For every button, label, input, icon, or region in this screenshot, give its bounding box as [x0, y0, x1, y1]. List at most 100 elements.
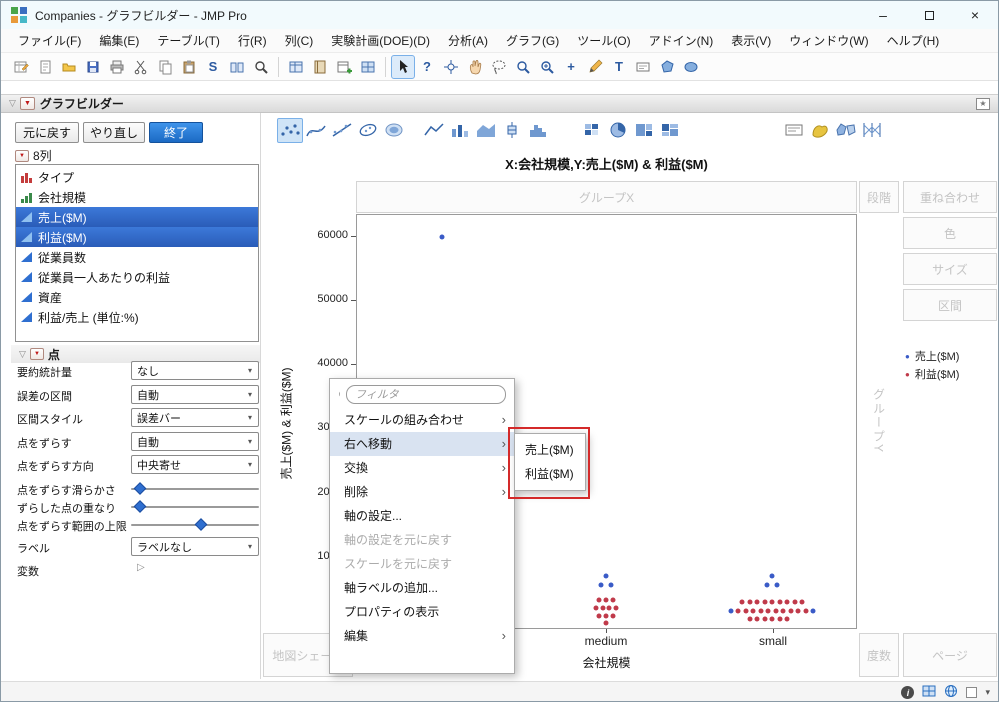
- columns-red-triangle-button[interactable]: ▼: [15, 149, 29, 162]
- menu-item-axis-settings[interactable]: 軸の設定...: [330, 504, 514, 528]
- drop-zone-page[interactable]: ページ: [903, 633, 997, 677]
- drop-zone-stage[interactable]: 段階: [859, 181, 899, 213]
- lasso-tool-icon[interactable]: [487, 55, 511, 79]
- disclosure-closed-icon[interactable]: ▷: [137, 562, 145, 573]
- data-point[interactable]: [613, 605, 619, 611]
- data-point[interactable]: [750, 608, 756, 614]
- interval-style-select[interactable]: 誤差バー ▾: [131, 408, 259, 427]
- data-point[interactable]: [762, 599, 768, 605]
- menu-edit[interactable]: 編集(E): [90, 30, 148, 52]
- column-item-sales[interactable]: 売上($M): [16, 207, 258, 227]
- data-point[interactable]: [799, 599, 805, 605]
- element-box-plot-icon[interactable]: [499, 118, 525, 143]
- column-item-type[interactable]: タイプ: [16, 167, 258, 187]
- menu-file[interactable]: ファイル(F): [9, 30, 90, 52]
- data-point[interactable]: [769, 573, 775, 579]
- data-point[interactable]: [777, 599, 783, 605]
- menu-cols[interactable]: 列(C): [276, 30, 323, 52]
- data-point[interactable]: [764, 582, 770, 588]
- drop-zone-freq[interactable]: 度数: [859, 633, 899, 677]
- drop-zone-group-x[interactable]: グループX: [356, 181, 857, 213]
- error-interval-select[interactable]: 自動 ▾: [131, 385, 259, 404]
- menu-doe[interactable]: 実験計画(DOE)(D): [322, 30, 439, 52]
- menu-tools[interactable]: ツール(O): [568, 30, 639, 52]
- done-button[interactable]: 終了: [149, 122, 203, 143]
- data-point[interactable]: [784, 599, 790, 605]
- menu-window[interactable]: ウィンドウ(W): [780, 30, 877, 52]
- zoom-tool-icon[interactable]: [535, 55, 559, 79]
- slider-thumb[interactable]: [133, 482, 147, 495]
- data-point[interactable]: [603, 573, 609, 579]
- polygon-tool-icon[interactable]: [655, 55, 679, 79]
- element-ellipse-icon[interactable]: [355, 118, 381, 143]
- column-item-assets[interactable]: 資産: [16, 287, 258, 307]
- label-select[interactable]: ラベルなし ▾: [131, 537, 259, 556]
- pencil-tool-icon[interactable]: [583, 55, 607, 79]
- data-point[interactable]: [606, 605, 612, 611]
- data-point[interactable]: [777, 616, 783, 621]
- column-item-employees[interactable]: 従業員数: [16, 247, 258, 267]
- data-point[interactable]: [758, 608, 764, 614]
- data-point[interactable]: [788, 608, 794, 614]
- submenu-item-sales[interactable]: 売上($M): [515, 438, 585, 462]
- data-point[interactable]: [608, 582, 614, 588]
- data-point[interactable]: [774, 582, 780, 588]
- data-table-icon[interactable]: [284, 55, 308, 79]
- plus-tool-icon[interactable]: +: [559, 55, 583, 79]
- legend-item-profits[interactable]: ● 利益($M): [905, 365, 997, 383]
- data-point[interactable]: [596, 597, 602, 602]
- oval-tool-icon[interactable]: [679, 55, 703, 79]
- drop-zone-size[interactable]: サイズ: [903, 253, 997, 285]
- element-histogram-icon[interactable]: [525, 118, 551, 143]
- arrow-tool-icon[interactable]: [391, 54, 415, 79]
- data-point[interactable]: [747, 616, 753, 621]
- data-point[interactable]: [754, 616, 760, 621]
- data-point[interactable]: [792, 599, 798, 605]
- red-triangle-menu-button[interactable]: ▼: [19, 97, 35, 110]
- jitter-select[interactable]: 自動 ▾: [131, 432, 259, 451]
- data-point[interactable]: [773, 608, 779, 614]
- data-point[interactable]: [603, 613, 609, 619]
- undo-button[interactable]: 元に戻す: [15, 122, 79, 143]
- data-point[interactable]: [598, 582, 603, 588]
- data-point[interactable]: [603, 620, 609, 626]
- column-item-company-size[interactable]: 会社規模: [16, 187, 258, 207]
- column-item-profit-per-employee[interactable]: 従業員一人あたりの利益: [16, 267, 258, 287]
- paste-icon[interactable]: [177, 55, 201, 79]
- data-point[interactable]: [739, 599, 745, 605]
- y-axis-title[interactable]: 売上($M) & 利益($M): [278, 324, 295, 524]
- element-heatmap-icon[interactable]: [579, 118, 605, 143]
- disclosure-open-icon[interactable]: ▽: [19, 349, 26, 360]
- window-layout-icon[interactable]: [356, 55, 380, 79]
- data-point[interactable]: [769, 616, 775, 621]
- data-point[interactable]: [762, 616, 768, 621]
- open-icon[interactable]: [57, 55, 81, 79]
- element-mosaic-icon[interactable]: [657, 118, 683, 143]
- drop-zone-group-y[interactable]: グループY: [859, 214, 899, 629]
- status-layout-icon[interactable]: [922, 684, 936, 701]
- maximize-button[interactable]: [906, 1, 952, 29]
- jitter-smoothness-slider[interactable]: [131, 482, 259, 495]
- element-area-icon[interactable]: [473, 118, 499, 143]
- column-item-profit-ratio[interactable]: 利益/売上 (単位:%): [16, 307, 258, 327]
- legend-item-sales[interactable]: ● 売上($M): [905, 347, 997, 365]
- cut-icon[interactable]: [129, 55, 153, 79]
- data-point[interactable]: [803, 608, 809, 614]
- element-line-icon[interactable]: [421, 118, 447, 143]
- add-rows-icon[interactable]: [332, 55, 356, 79]
- menu-analyze[interactable]: 分析(A): [439, 30, 497, 52]
- slider-thumb[interactable]: [195, 518, 208, 531]
- submenu-item-profits[interactable]: 利益($M): [515, 462, 585, 486]
- info-icon[interactable]: i: [901, 686, 915, 699]
- summary-stat-select[interactable]: なし ▾: [131, 361, 259, 380]
- print-icon[interactable]: [105, 55, 129, 79]
- data-point[interactable]: [593, 605, 599, 611]
- jitter-limit-slider[interactable]: [131, 518, 259, 531]
- drop-zone-color[interactable]: 色: [903, 217, 997, 249]
- element-pie-icon[interactable]: [605, 118, 631, 143]
- element-density-icon[interactable]: [807, 118, 833, 143]
- menu-item-show-properties[interactable]: プロパティの表示: [330, 600, 514, 624]
- new-journal-icon[interactable]: [33, 55, 57, 79]
- element-contour-icon[interactable]: [381, 118, 407, 143]
- script-icon[interactable]: S: [201, 55, 225, 79]
